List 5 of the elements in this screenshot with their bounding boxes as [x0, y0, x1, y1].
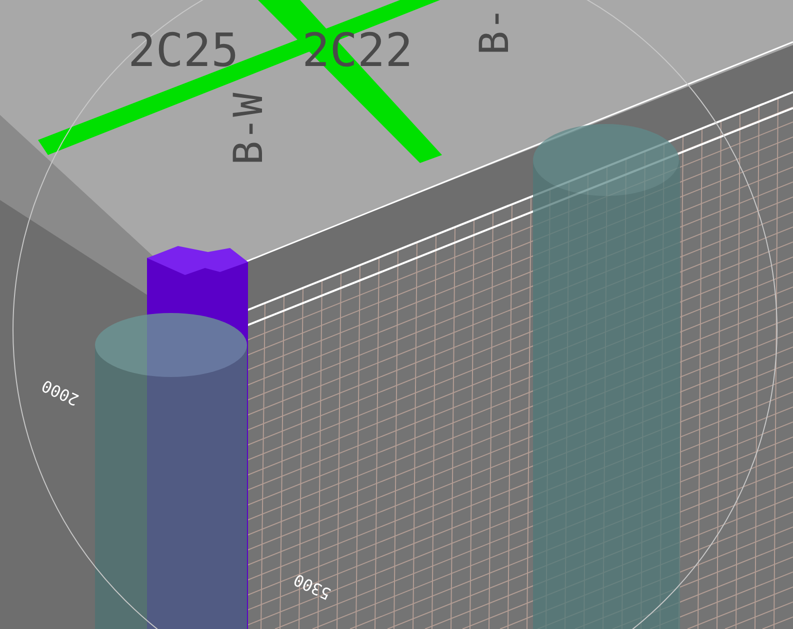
- dimension-label: 2000: [38, 376, 82, 410]
- dimension-label: B-: [472, 6, 518, 55]
- dimension-label: B-W: [226, 92, 272, 165]
- dimension-label: 5300: [290, 570, 334, 604]
- dimension-label: 2C25: [128, 23, 239, 77]
